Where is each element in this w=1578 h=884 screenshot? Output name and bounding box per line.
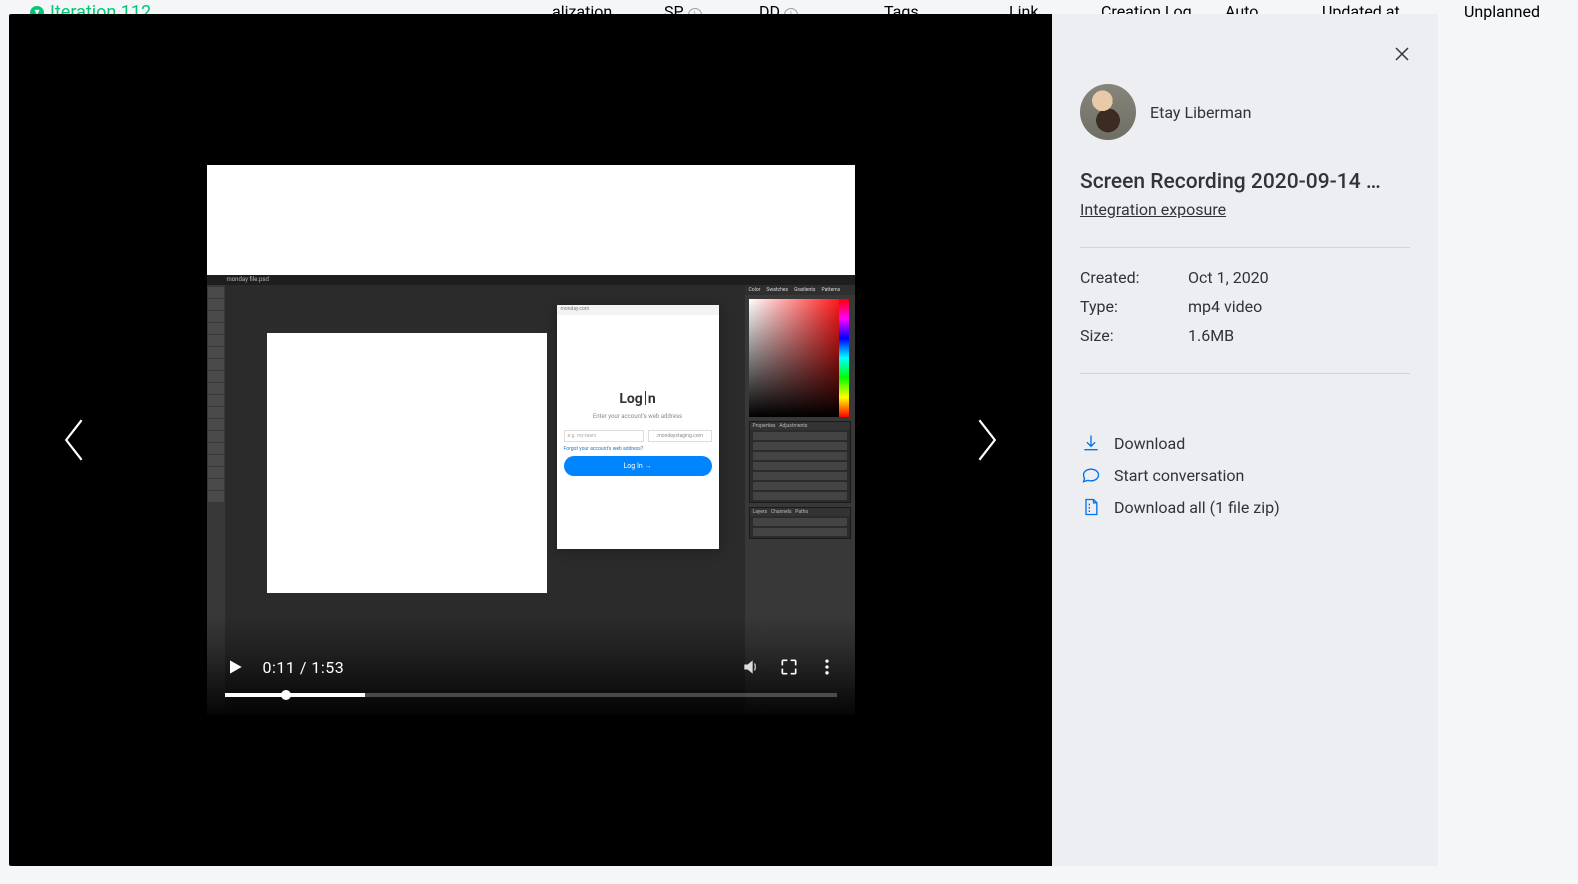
file-preview-modal: monday file.psd Color Swatches Gradients Pa… (9, 14, 1438, 866)
login-submit-button: Log In → (564, 456, 712, 476)
meta-created-value: Oct 1, 2020 (1188, 268, 1410, 287)
close-icon (1393, 45, 1411, 63)
download-label: Download (1114, 434, 1185, 453)
avatar (1080, 84, 1136, 140)
project-link[interactable]: Integration exposure (1080, 200, 1226, 219)
video-progress-track[interactable] (225, 693, 837, 697)
author-name: Etay Liberman (1150, 103, 1251, 122)
meta-type-value: mp4 video (1188, 297, 1410, 316)
login-dialog: monday.com Logn Enter your account's web… (557, 305, 719, 549)
divider (1080, 247, 1410, 248)
download-action[interactable]: Download (1080, 432, 1410, 454)
chat-icon (1080, 464, 1102, 486)
meta-size-label: Size: (1080, 326, 1188, 345)
ps-color-picker (749, 299, 849, 417)
ps-hue-strip (839, 299, 849, 417)
login-dialog-titlebar: monday.com (557, 305, 719, 315)
file-viewer: monday file.psd Color Swatches Gradients Pa… (9, 14, 1052, 866)
login-account-input: e.g. my-team (564, 430, 644, 442)
zip-file-icon (1080, 496, 1102, 518)
volume-icon (741, 657, 761, 677)
ps-layers-panel: Layers Channels Paths (749, 507, 851, 539)
play-button[interactable] (225, 657, 245, 677)
video-controls: 0:11 / 1:53 (207, 615, 855, 715)
conversation-label: Start conversation (1114, 466, 1244, 485)
fullscreen-button[interactable] (779, 657, 799, 677)
meta-size-value: 1.6MB (1188, 326, 1410, 345)
meta-created-label: Created: (1080, 268, 1188, 287)
login-domain-suffix: .mondaystaging.com (648, 430, 712, 442)
meta-type-label: Type: (1080, 297, 1188, 316)
next-file-button[interactable] (964, 418, 1008, 462)
ps-properties-panel: Properties Adjustments (749, 421, 851, 503)
ps-panel-tab: Patterns (821, 287, 840, 293)
download-all-label: Download all (1 file zip) (1114, 498, 1280, 517)
kebab-icon (817, 657, 837, 677)
login-forgot-link: Forgot your account's web address? (564, 446, 644, 452)
file-info-sidebar: Etay Liberman Screen Recording 2020-09-1… (1052, 14, 1438, 866)
login-title: Logn (619, 391, 655, 407)
mute-button[interactable] (741, 657, 761, 677)
download-icon (1080, 432, 1102, 454)
ps-panel-tab: Gradients (794, 287, 815, 293)
close-button[interactable] (1390, 42, 1414, 66)
ps-panel-tab: Color (749, 287, 761, 293)
file-title: Screen Recording 2020-09-14 at … (1080, 170, 1390, 194)
video-buffered (225, 693, 366, 697)
login-subtitle: Enter your account's web address (593, 413, 682, 420)
file-metadata: Created: Oct 1, 2020 Type: mp4 video Siz… (1080, 268, 1410, 345)
video-letterbox-top (207, 165, 855, 275)
prev-file-button[interactable] (53, 418, 97, 462)
ps-titlebar: monday file.psd (207, 275, 855, 285)
video-time-display: 0:11 / 1:53 (263, 658, 345, 677)
start-conversation-action[interactable]: Start conversation (1080, 464, 1410, 486)
play-icon (225, 657, 245, 677)
download-all-action[interactable]: Download all (1 file zip) (1080, 496, 1410, 518)
video-content[interactable]: monday file.psd Color Swatches Gradients Pa… (207, 275, 855, 715)
chevron-left-icon (61, 418, 89, 462)
more-options-button[interactable] (817, 657, 837, 677)
ps-panel-tab: Swatches (766, 287, 788, 293)
chevron-right-icon (972, 418, 1000, 462)
column-header: Unplanned (1464, 2, 1540, 21)
video-player-frame: monday file.psd Color Swatches Gradients Pa… (207, 165, 855, 715)
video-progress-thumb[interactable] (281, 690, 291, 700)
divider (1080, 373, 1410, 374)
ps-canvas (267, 333, 547, 593)
fullscreen-icon (779, 657, 799, 677)
